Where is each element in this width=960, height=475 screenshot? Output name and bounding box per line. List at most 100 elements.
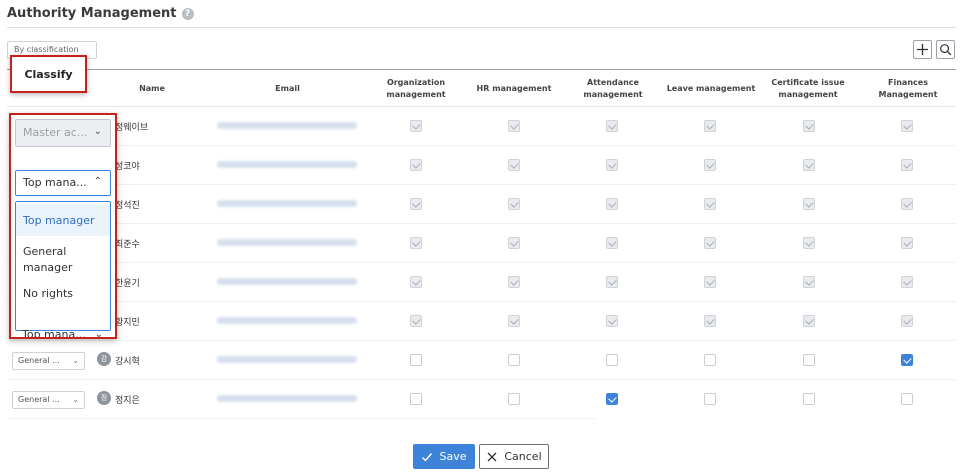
table-row: 정석진 [7, 185, 956, 224]
user-name: 황지민 [115, 318, 140, 328]
permission-checkbox [704, 198, 716, 210]
classify-tooltip: Classify [10, 55, 87, 93]
permission-checkbox [901, 315, 913, 327]
avatar: 정 [97, 391, 111, 405]
role-option-top-manager[interactable]: Top manager [16, 205, 110, 236]
user-email-redacted [217, 200, 357, 207]
permission-checkbox [508, 276, 520, 288]
permission-checkbox [410, 120, 422, 132]
permission-checkbox [901, 198, 913, 210]
permission-checkbox [410, 159, 422, 171]
user-name: 한윤기 [115, 279, 140, 289]
permission-checkbox [704, 315, 716, 327]
permission-checkbox [901, 159, 913, 171]
plus-icon [916, 43, 929, 56]
permission-checkbox[interactable] [901, 354, 913, 366]
user-email-redacted [217, 239, 357, 246]
permission-checkbox [410, 276, 422, 288]
help-icon[interactable]: ? [181, 7, 194, 20]
chevron-down-icon: ⌄ [72, 356, 79, 365]
permission-checkbox[interactable] [803, 393, 815, 405]
user-name: 정석진 [115, 201, 140, 211]
search-icon [940, 44, 952, 56]
add-button[interactable] [913, 40, 932, 59]
check-icon [422, 452, 433, 462]
role-select-value: General ... [18, 356, 60, 365]
permission-checkbox [901, 276, 913, 288]
table-row: General ... ⌄ 정 정지은 [7, 380, 913, 419]
role-option-general-manager[interactable]: General manager [16, 236, 110, 276]
permission-checkbox [606, 315, 618, 327]
permission-checkbox [606, 120, 618, 132]
permission-checkbox [606, 276, 618, 288]
role-select-behind-value: Top mana... [22, 328, 86, 339]
permission-checkbox[interactable] [704, 354, 716, 366]
master-account-select[interactable]: Master ac... ⌄ [15, 119, 111, 147]
user-name: 강시혁 [115, 357, 140, 367]
permission-checkbox[interactable] [410, 354, 422, 366]
permission-checkbox [803, 198, 815, 210]
permission-checkbox [803, 159, 815, 171]
save-button[interactable]: Save [413, 444, 475, 469]
permission-checkbox[interactable] [606, 354, 618, 366]
chevron-down-icon: ⌄ [72, 395, 79, 404]
user-name: 정웨이브 [115, 123, 149, 133]
role-select[interactable]: General ... ⌄ [12, 391, 85, 409]
chevron-up-icon: ⌃ [93, 176, 102, 187]
permission-checkbox [704, 120, 716, 132]
table-row: 한윤기 [7, 263, 956, 302]
column-header-hr[interactable]: HR management [470, 74, 558, 104]
permission-checkbox [410, 237, 422, 249]
save-label: Save [439, 450, 467, 463]
table-row: 정웨이브 [7, 107, 956, 146]
user-email-redacted [217, 161, 357, 168]
column-header-certificate[interactable]: Certificate issue management [756, 74, 860, 104]
avatar: 강 [97, 352, 111, 366]
permission-checkbox[interactable] [508, 354, 520, 366]
cancel-label: Cancel [504, 450, 542, 463]
user-name: 최준수 [115, 240, 140, 250]
user-email-redacted [217, 395, 357, 402]
master-account-select-value: Master ac... [23, 126, 88, 139]
permission-checkbox [803, 120, 815, 132]
column-header-name[interactable]: Name [120, 74, 184, 104]
permission-checkbox [803, 315, 815, 327]
chevron-down-icon: ⌄ [93, 126, 102, 137]
permission-checkbox[interactable] [901, 393, 913, 405]
role-option-no-rights[interactable]: No rights [16, 276, 110, 302]
column-header-finances[interactable]: Finances Management [858, 74, 958, 104]
permission-checkbox [508, 198, 520, 210]
permission-checkbox [410, 315, 422, 327]
permission-checkbox[interactable] [803, 354, 815, 366]
title-divider [7, 27, 956, 28]
permission-checkbox[interactable] [704, 393, 716, 405]
permission-checkbox [803, 276, 815, 288]
column-header-email[interactable]: Email [230, 74, 345, 104]
column-header-leave[interactable]: Leave management [666, 74, 756, 104]
permission-checkbox [410, 198, 422, 210]
permission-checkbox [508, 315, 520, 327]
column-header-attendance[interactable]: Attendance management [560, 74, 666, 104]
table-row: 최준수 [7, 224, 956, 263]
role-select-open[interactable]: Top mana... ⌃ [15, 170, 111, 196]
role-select[interactable]: General ... ⌄ [12, 352, 85, 370]
cancel-button[interactable]: Cancel [479, 444, 549, 469]
user-email-redacted [217, 317, 357, 324]
permission-checkbox [508, 237, 520, 249]
role-options-menu: Top manager General manager No rights [15, 201, 111, 331]
search-button[interactable] [936, 40, 955, 59]
permission-checkbox [606, 237, 618, 249]
table-row: General ... ⌄ 강 강시혁 [7, 341, 956, 380]
role-select-value: General ... [18, 395, 60, 404]
column-header-organization[interactable]: Organization management [364, 74, 468, 104]
permission-checkbox [901, 237, 913, 249]
role-select-behind[interactable]: Top mana... ⌄ [15, 327, 111, 339]
permission-checkbox[interactable] [410, 393, 422, 405]
permission-checkbox [704, 159, 716, 171]
user-name: 성코야 [115, 162, 140, 172]
user-name: 정지은 [115, 396, 140, 406]
permission-checkbox[interactable] [508, 393, 520, 405]
permission-checkbox[interactable] [606, 393, 618, 405]
role-select-value: Top mana... [23, 176, 87, 189]
permission-checkbox [901, 120, 913, 132]
